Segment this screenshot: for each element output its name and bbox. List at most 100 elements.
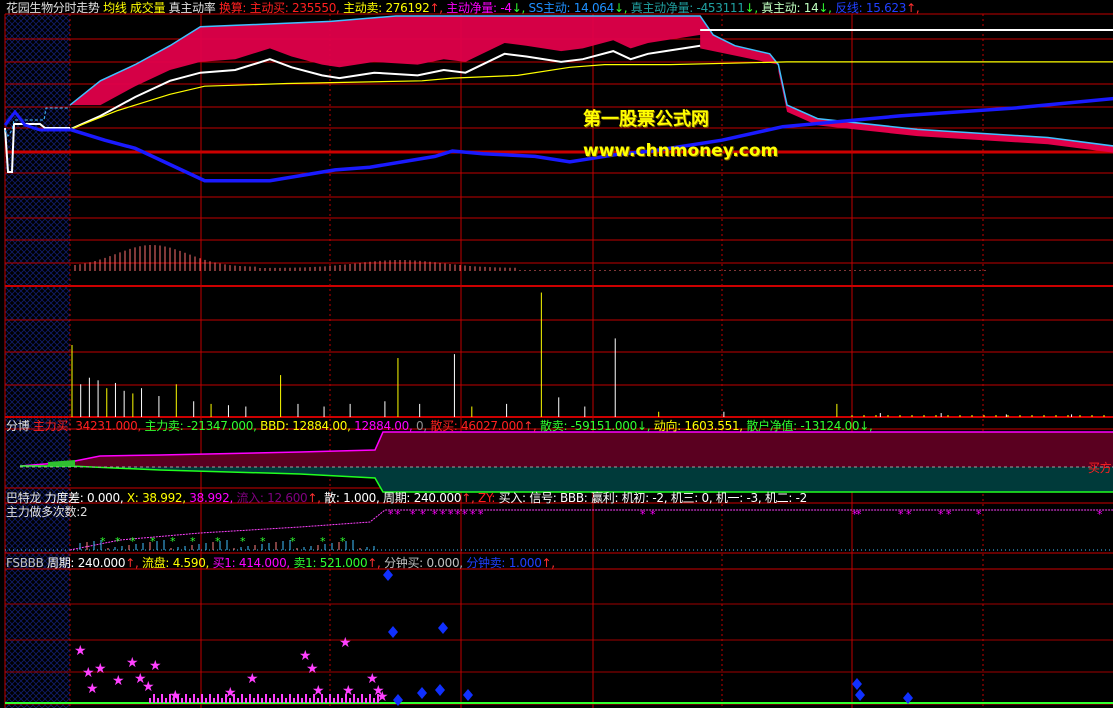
indicator-item: 买入: [499,491,530,505]
indicator-value: 1.000 [508,556,542,570]
fenbo-indicator-values: 主力买: 34231.000, 主力卖: -21347.000, BBD: 12… [33,419,873,433]
indicator-label: 买1: [212,556,239,570]
asterisk-mark: * [260,535,266,548]
indicator-value: -3, [746,491,762,505]
indicator-item: 反线: 15.623↑, [835,1,919,15]
indicator-value: 276192 [385,1,430,15]
indicator-label: 分钟卖: [466,556,509,570]
arrow-down-icon: ↓, [744,1,759,15]
asterisk-mark: * [470,508,476,521]
indicator-value: 0.000, [86,491,124,505]
indicator-label: 分钟买: [384,556,427,570]
indicator-label: BBD: [260,419,293,433]
diamond-mark [388,626,398,638]
diamond-mark [438,622,448,634]
indicator-value: 38.992, [142,491,186,505]
star-mark: ★ [246,671,259,687]
indicator-item: 力度差: 0.000, [45,491,127,505]
asterisk-mark: * [898,508,904,521]
asterisk-mark: * [976,508,982,521]
indicator-label: 主动卖: [343,1,386,15]
main-force-area [20,432,1113,467]
indicator-item: 主动买: 235550, [250,1,343,15]
indicator-item: 散买: 46027.000↑, [430,419,540,433]
indicator-label: 流盘: [142,556,173,570]
indicator-item: 机三: 0, [671,491,716,505]
arrow-up-icon: ↑, [523,419,537,433]
asterisk-mark: * [150,535,156,548]
indicator-value: -2, [652,491,668,505]
indicator-label: 换算: [219,1,250,15]
diamond-mark [417,687,427,699]
indicator-label: 买入: [498,491,530,505]
indicator-item: 主力卖: -21347.000, [145,419,261,433]
indicator-label: 机一: [715,491,747,505]
indicator-item: 卖1: 521.000↑, [293,556,384,570]
arrow-up-icon: ↑, [307,491,321,505]
indicator-value: 4.590, [172,556,210,570]
diamond-mark [383,569,393,581]
arrow-up-icon: ↑, [906,1,920,15]
star-mark: ★ [342,683,355,699]
indicator-label: 赢利: [591,491,622,505]
indicator-label: 散卖: [540,419,571,433]
asterisk-mark: * [115,535,121,548]
indicator-item: 主动净量: -4↓, [446,1,528,15]
asterisk-mark: * [290,535,296,548]
indicator-value: 34231.000, [75,419,141,433]
indicator-item: 0, [416,419,430,433]
asterisk-mark: * [170,535,176,548]
arrow-up-icon: ↑, [461,491,475,505]
indicator-item: 机一: -3, [716,491,765,505]
arrow-down-icon: ↓, [636,419,651,433]
diamond-mark [463,689,473,701]
asterisk-mark: * [856,508,862,521]
indicator-item: BBB: [560,491,591,505]
batelong-line [69,509,1113,551]
batelong-indicator-values: 力度差: 0.000, X: 38.992, 38.992, 流入: 12.60… [45,491,808,505]
indicator-value: -59151.000 [570,419,638,433]
main-indicator-values: 换算: 主动买: 235550, 主动卖: 276192↑, 主动净量: -4↓… [219,1,920,15]
indicator-label: ZY: [478,491,499,505]
diamond-mark [435,684,445,696]
arrow-down-icon: ↓, [613,1,628,15]
indicator-label: 主动净量: [446,1,501,15]
asterisk-mark: * [938,508,944,521]
indicator-item: 主动卖: 276192↑, [343,1,446,15]
indicator-label: 真主动净量: [630,1,697,15]
indicator-label: 流入: [236,491,268,505]
fsbbb-header: FSBBB 周期: 240.000↑, 流盘: 4.590, 买1: 414.0… [6,557,555,569]
batelong-header: 巴特龙 力度差: 0.000, X: 38.992, 38.992, 流入: 1… [6,492,807,504]
indicator-label: 动向: [653,419,685,433]
label-true-active[interactable]: 真主动率 [169,1,216,15]
label-volume[interactable]: 成交量 [130,1,165,15]
star-mark: ★ [86,681,99,697]
buyer-side-label: 买方 [1088,461,1112,475]
indicator-value: 414.000, [238,556,290,570]
asterisk-mark: * [906,508,912,521]
indicator-label: 反线: [835,1,866,15]
indicator-item: 流入: 12.600↑, [237,491,325,505]
indicator-item: X: 38.992, [127,491,189,505]
indicator-item: 散卖: -59151.000↓, [540,419,654,433]
star-mark: ★ [142,679,155,695]
indicator-label: 主力买: [32,419,76,433]
asterisk-mark: * [640,508,646,521]
fenbo-header: 分博 主力买: 34231.000, 主力卖: -21347.000, BBD:… [6,420,873,432]
fenbo-title: 分博 [6,419,30,433]
indicator-label: X: [126,491,143,505]
buy-pressure-area [70,16,779,106]
indicator-value: 240.000 [413,491,462,505]
arrow-down-icon: ↓, [859,419,873,433]
asterisk-mark: * [240,535,246,548]
asterisk-mark: * [395,508,401,521]
indicator-value: 46027.000 [461,419,524,433]
indicator-item: ZY: [478,491,499,505]
indicator-value: 521.000 [319,556,368,570]
star-mark: ★ [149,658,162,674]
indicator-value: 38.992, [189,491,233,505]
main-long-count: 主力做多次数:2 [6,505,88,519]
indicator-item: 流盘: 4.590, [142,556,213,570]
label-avg[interactable]: 均线 [103,1,127,15]
indicator-item: BBD: 12884.00, [260,419,354,433]
